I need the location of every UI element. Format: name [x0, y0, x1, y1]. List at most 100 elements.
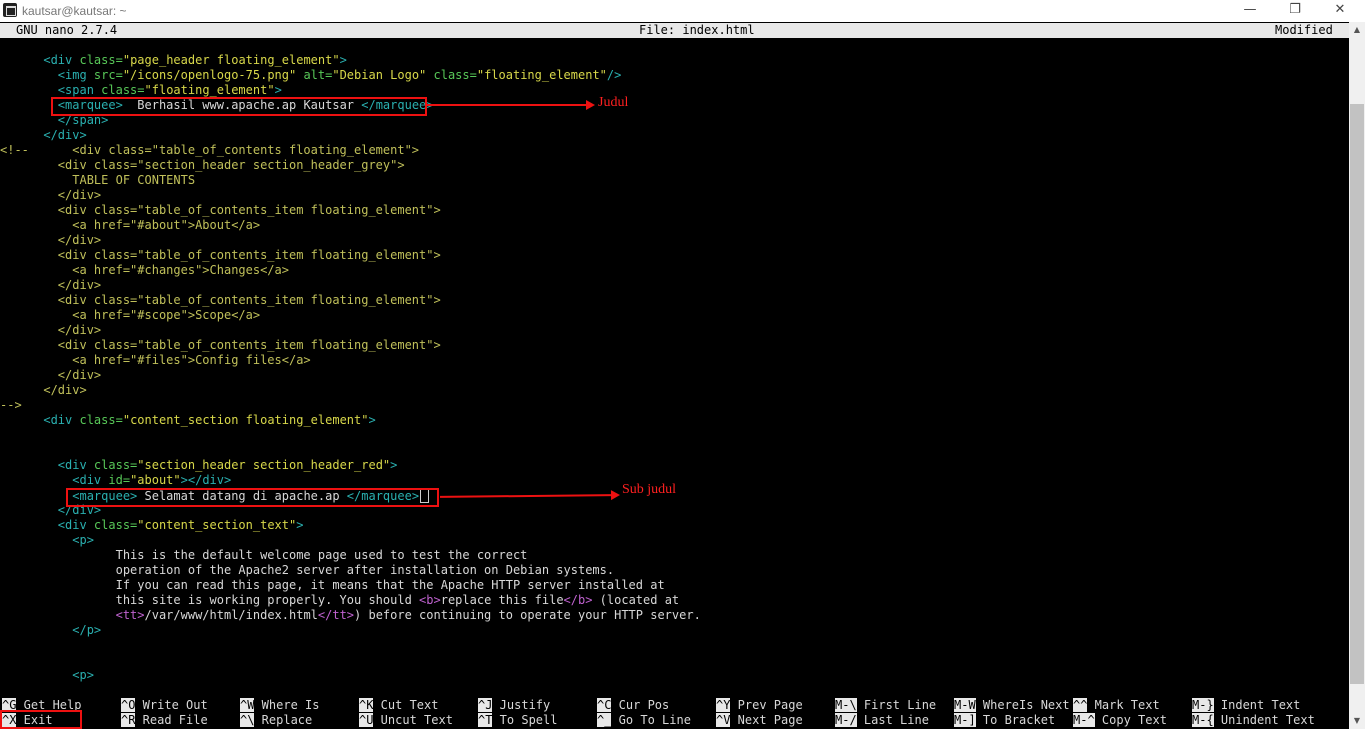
shortcut-item[interactable]: ^R Read File — [121, 713, 208, 728]
editor-line[interactable]: </div> — [0, 323, 101, 338]
code-token: <div — [0, 53, 80, 67]
editor-line[interactable]: this site is working properly. You shoul… — [0, 593, 680, 608]
shortcut-item[interactable]: M-} Indent Text — [1192, 698, 1300, 713]
editor-line[interactable]: <div class="table_of_contents_item float… — [0, 338, 441, 353]
scroll-down-icon[interactable]: ▼ — [1349, 713, 1365, 729]
code-token: If you can read this page, it means that… — [0, 578, 665, 592]
shortcut-item[interactable]: ^_ Go To Line — [597, 713, 691, 728]
editor-line[interactable]: <div class="content_section_text"> — [0, 518, 304, 533]
subjudul-label: Sub judul — [622, 482, 677, 497]
editor-line[interactable]: </p> — [0, 623, 101, 638]
shortcut-label: Copy Text — [1094, 713, 1167, 727]
code-token: src= — [93, 68, 123, 82]
shortcut-item[interactable]: M-] To Bracket — [954, 713, 1055, 728]
minimize-button[interactable]: — — [1227, 0, 1273, 22]
editor-line[interactable]: operation of the Apache2 server after in… — [0, 563, 615, 578]
shortcut-item[interactable]: ^J Justify — [478, 698, 550, 713]
code-token: <a href="#about">About</a> — [0, 218, 261, 232]
editor-line[interactable]: <!-- <div class="table_of_contents float… — [0, 143, 419, 158]
code-token: /var/www/html/index.html — [144, 608, 318, 622]
shortcut-item[interactable]: M-^ Copy Text — [1073, 713, 1167, 728]
shortcut-item[interactable]: ^V Next Page — [716, 713, 803, 728]
window-titlebar: kautsar@kautsar: ~ — ❐ ✕ — [0, 0, 1365, 22]
editor-line[interactable]: <img src="/icons/openlogo-75.png" alt="D… — [0, 68, 622, 83]
editor-line[interactable]: </div> — [0, 368, 101, 383]
scrollbar-thumb[interactable] — [1350, 104, 1364, 684]
editor-line[interactable]: <div class="section_header section_heade… — [0, 458, 398, 473]
shortcut-key: ^^ — [1073, 698, 1088, 712]
code-token: This is the default welcome page used to… — [0, 548, 528, 562]
terminal-area[interactable]: GNU nano 2.7.4 File: index.html Modified… — [0, 22, 1349, 729]
editor-line[interactable]: </div> — [0, 383, 86, 398]
shortcut-key: ^O — [121, 698, 136, 712]
code-token: <p> — [0, 668, 94, 682]
shortcut-item[interactable]: ^Y Prev Page — [716, 698, 803, 713]
editor-line[interactable]: <a href="#files">Config files</a> — [0, 353, 310, 368]
nano-filename: File: index.html — [639, 23, 755, 37]
editor-line[interactable]: --> — [0, 398, 22, 413]
editor-line[interactable]: <div class="section_header section_heade… — [0, 158, 405, 173]
editor-line[interactable]: <div class="page_header floating_element… — [0, 53, 346, 68]
editor-line[interactable]: <a href="#about">About</a> — [0, 218, 260, 233]
shortcut-item[interactable]: M-\ First Line — [835, 698, 936, 713]
code-token: operation of the Apache2 server after in… — [0, 563, 615, 577]
editor-line[interactable]: <div class="table_of_contents_item float… — [0, 203, 441, 218]
code-token: </b> — [563, 593, 593, 607]
nano-version: GNU nano 2.7.4 — [16, 23, 118, 37]
editor-line[interactable]: <div class="content_section floating_ele… — [0, 413, 376, 428]
shortcut-item[interactable]: ^C Cur Pos — [597, 698, 669, 713]
shortcut-item[interactable]: ^O Write Out — [121, 698, 208, 713]
editor-line[interactable]: </div> — [0, 128, 86, 143]
shortcut-item[interactable]: ^K Cut Text — [359, 698, 438, 713]
shortcut-item[interactable]: ^T To Spell — [478, 713, 557, 728]
shortcut-item[interactable]: M-{ Unindent Text — [1192, 713, 1315, 728]
editor-line[interactable]: <p> — [0, 533, 94, 548]
nano-header: GNU nano 2.7.4 File: index.html Modified — [0, 23, 1349, 38]
judul-arrow — [427, 100, 595, 110]
shortcut-item[interactable]: ^W Where Is — [240, 698, 319, 713]
code-token: <span — [0, 83, 102, 97]
shortcut-key: ^V — [716, 713, 731, 727]
code-token: </div> — [0, 233, 102, 247]
code-token: <b> — [419, 593, 441, 607]
code-token: </div> — [0, 278, 102, 292]
shortcut-key: ^Y — [716, 698, 731, 712]
editor-line[interactable]: <a href="#scope">Scope</a> — [0, 308, 260, 323]
judul-highlight-box — [51, 97, 427, 116]
close-button[interactable]: ✕ — [1317, 0, 1363, 22]
shortcut-key: ^K — [359, 698, 374, 712]
shortcut-item[interactable]: M-/ Last Line — [835, 713, 929, 728]
editor-line[interactable]: <p> — [0, 668, 94, 683]
editor-line[interactable]: <div class="table_of_contents_item float… — [0, 248, 441, 263]
code-token: <div class="table_of_contents_item float… — [0, 248, 441, 262]
code-token: this site is working properly. You shoul… — [0, 593, 420, 607]
editor-line[interactable]: </div> — [0, 188, 101, 203]
scroll-up-icon[interactable]: ▲ — [1349, 22, 1365, 38]
shortcut-item[interactable]: ^U Uncut Text — [359, 713, 453, 728]
code-token: </div> — [0, 323, 102, 337]
window-title: kautsar@kautsar: ~ — [22, 4, 127, 18]
code-token: > — [368, 413, 376, 427]
editor-line[interactable]: <div class="table_of_contents_item float… — [0, 293, 441, 308]
editor-line[interactable]: If you can read this page, it means that… — [0, 578, 665, 593]
vertical-scrollbar[interactable]: ▲ ▼ — [1349, 22, 1365, 729]
code-token: <a href="#scope">Scope</a> — [0, 308, 261, 322]
code-token: class= — [79, 413, 123, 427]
restore-button[interactable]: ❐ — [1272, 0, 1318, 22]
shortcut-label: Next Page — [730, 713, 803, 727]
editor-line[interactable]: <span class="floating_element"> — [0, 83, 282, 98]
editor-line[interactable]: <a href="#changes">Changes</a> — [0, 263, 289, 278]
editor-line[interactable]: </div> — [0, 278, 101, 293]
editor-line[interactable]: </div> — [0, 233, 101, 248]
editor-line[interactable]: <tt>/var/www/html/index.html</tt>) befor… — [0, 608, 701, 623]
editor-line[interactable]: <div id="about"></div> — [0, 473, 231, 488]
shortcut-item[interactable]: M-W WhereIs Next — [954, 698, 1070, 713]
shortcut-label: To Bracket — [975, 713, 1056, 727]
code-token: <div — [0, 413, 80, 427]
editor-line[interactable]: This is the default welcome page used to… — [0, 548, 528, 563]
editor-line[interactable]: TABLE OF CONTENTS — [0, 173, 195, 188]
shortcut-item[interactable]: ^^ Mark Text — [1073, 698, 1160, 713]
shortcut-key: M-^ — [1073, 713, 1095, 727]
subjudul-arrow — [439, 494, 613, 498]
shortcut-item[interactable]: ^\ Replace — [240, 713, 312, 728]
